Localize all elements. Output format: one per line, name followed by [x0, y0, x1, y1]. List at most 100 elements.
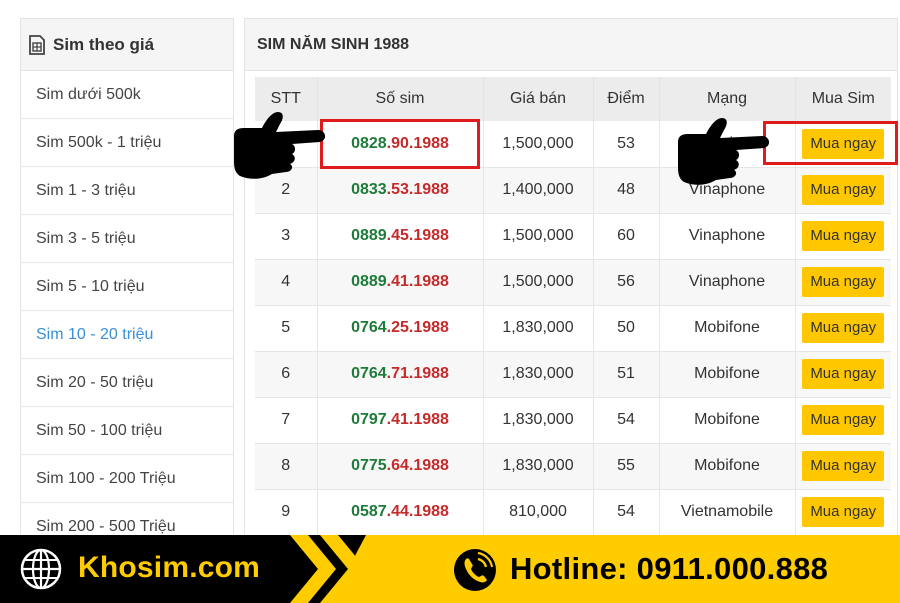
sidebar-item-3[interactable]: Sim 3 - 5 triệu — [21, 215, 233, 263]
sidebar-item-0[interactable]: Sim dưới 500k — [21, 71, 233, 119]
cell-stt: 7 — [255, 397, 317, 444]
number-suffix: .71.1988 — [386, 365, 449, 382]
column-header-price: Giá bán — [482, 77, 593, 121]
sim-list-panel: SIM NĂM SINH 1988 STT Số sim Giá bán Điể… — [244, 18, 898, 536]
cell-number[interactable]: 0889.41.1988 — [316, 259, 483, 306]
cell-number[interactable]: 0889.45.1988 — [316, 213, 483, 260]
sidebar-item-2[interactable]: Sim 1 - 3 triệu — [21, 167, 233, 215]
cell-number[interactable]: 0764.25.1988 — [316, 305, 483, 352]
pointing-hand-icon — [678, 118, 770, 185]
pointing-hand-icon — [234, 112, 326, 179]
cell-number[interactable]: 0833.53.1988 — [316, 167, 483, 214]
buy-now-button[interactable]: Mua ngay — [802, 313, 885, 343]
number-prefix: 0889 — [351, 273, 387, 290]
sidebar-item-7[interactable]: Sim 50 - 100 triệu — [21, 407, 233, 455]
cell-number[interactable]: 0775.64.1988 — [316, 443, 483, 490]
cell-score: 48 — [592, 167, 659, 214]
cell-buy: Mua ngay — [794, 443, 891, 490]
cell-score: 55 — [592, 443, 659, 490]
cell-stt: 9 — [255, 489, 317, 535]
cell-network: Mobifone — [658, 397, 795, 444]
cell-network: Mobifone — [658, 351, 795, 398]
buy-now-button[interactable]: Mua ngay — [802, 405, 885, 435]
cell-stt: 3 — [255, 213, 317, 260]
cell-score: 54 — [592, 397, 659, 444]
sidebar-item-8[interactable]: Sim 100 - 200 Triệu — [21, 455, 233, 503]
number-prefix: 0587 — [351, 503, 387, 520]
number-suffix: .41.1988 — [386, 411, 449, 428]
sidebar-item-6[interactable]: Sim 20 - 50 triệu — [21, 359, 233, 407]
cell-stt: 5 — [255, 305, 317, 352]
column-header-number: Số sim — [316, 77, 483, 121]
cell-price: 1,500,000 — [482, 121, 593, 168]
bottom-banner: Khosim.com Hotline: 0911.000.888 — [0, 535, 900, 603]
highlight-box-buy — [763, 121, 898, 165]
cell-buy: Mua ngay — [794, 259, 891, 306]
cell-price: 810,000 — [482, 489, 593, 535]
cell-score: 54 — [592, 489, 659, 535]
number-suffix: .64.1988 — [386, 457, 449, 474]
table-row: 4 0889.41.1988 1,500,000 56 Vinaphone Mua nga… — [255, 259, 891, 306]
cell-buy: Mua ngay — [794, 213, 891, 260]
cell-number[interactable]: 0587.44.1988 — [316, 489, 483, 535]
cell-network: Mobifone — [658, 443, 795, 490]
cell-score: 51 — [592, 351, 659, 398]
number-prefix: 0797 — [351, 411, 387, 428]
number-suffix: .44.1988 — [386, 503, 449, 520]
cell-score: 56 — [592, 259, 659, 306]
cell-number[interactable]: 0797.41.1988 — [316, 397, 483, 444]
number-suffix: .25.1988 — [386, 319, 449, 336]
table-row: 3 0889.45.1988 1,500,000 60 Vinaphone Mua nga… — [255, 213, 891, 260]
cell-buy: Mua ngay — [794, 351, 891, 398]
table-row: 2 0833.53.1988 1,400,000 48 Vinaphone Mua nga… — [255, 167, 891, 214]
number-suffix: .41.1988 — [386, 273, 449, 290]
brand-name: Khosim.com — [78, 551, 261, 584]
cell-number[interactable]: 0764.71.1988 — [316, 351, 483, 398]
cell-price: 1,830,000 — [482, 351, 593, 398]
table-row: 5 0764.25.1988 1,830,000 50 Mobifone Mua ngay — [255, 305, 891, 352]
sidebar-price-filter: Sim theo giá Sim dưới 500k Sim 500k - 1 t… — [20, 18, 234, 536]
cell-score: 60 — [592, 213, 659, 260]
cell-buy: Mua ngay — [794, 167, 891, 214]
cell-score: 53 — [592, 121, 659, 168]
number-suffix: .53.1988 — [386, 181, 449, 198]
sidebar-item-5[interactable]: Sim 10 - 20 triệu — [21, 311, 233, 359]
cell-buy: Mua ngay — [794, 489, 891, 535]
highlight-box-number — [320, 119, 480, 169]
column-header-network: Mạng — [658, 77, 795, 121]
hotline-text: Hotline: 0911.000.888 — [510, 551, 829, 586]
cell-price: 1,830,000 — [482, 443, 593, 490]
cell-buy: Mua ngay — [794, 397, 891, 444]
column-header-buy: Mua Sim — [794, 77, 891, 121]
number-prefix: 0833 — [351, 181, 387, 198]
buy-now-button[interactable]: Mua ngay — [802, 267, 885, 297]
cell-network: Vietnamobile — [658, 489, 795, 535]
panel-header: SIM NĂM SINH 1988 — [245, 19, 897, 71]
cell-score: 50 — [592, 305, 659, 352]
cell-stt: 8 — [255, 443, 317, 490]
cell-price: 1,400,000 — [482, 167, 593, 214]
cell-network: Vinaphone — [658, 213, 795, 260]
table-row: 6 0764.71.1988 1,830,000 51 Mobifone Mua ngay — [255, 351, 891, 398]
number-prefix: 0764 — [351, 365, 387, 382]
cell-buy: Mua ngay — [794, 305, 891, 352]
cell-price: 1,500,000 — [482, 259, 593, 306]
buy-now-button[interactable]: Mua ngay — [802, 497, 885, 527]
number-prefix: 0889 — [351, 227, 387, 244]
number-prefix: 0775 — [351, 457, 387, 474]
sidebar-item-1[interactable]: Sim 500k - 1 triệu — [21, 119, 233, 167]
panel-title: SIM NĂM SINH 1988 — [257, 35, 410, 53]
sim-card-icon — [29, 34, 45, 55]
buy-now-button[interactable]: Mua ngay — [802, 221, 885, 251]
sidebar-header: Sim theo giá — [21, 19, 233, 71]
table-row: 7 0797.41.1988 1,830,000 54 Mobifone Mua ngay — [255, 397, 891, 444]
buy-now-button[interactable]: Mua ngay — [802, 175, 885, 205]
sidebar-item-4[interactable]: Sim 5 - 10 triệu — [21, 263, 233, 311]
sidebar-item-9[interactable]: Sim 200 - 500 Triệu — [21, 503, 233, 535]
cell-network: Vinaphone — [658, 259, 795, 306]
cell-price: 1,830,000 — [482, 305, 593, 352]
cell-stt: 4 — [255, 259, 317, 306]
buy-now-button[interactable]: Mua ngay — [802, 359, 885, 389]
buy-now-button[interactable]: Mua ngay — [802, 451, 885, 481]
table-header-row: STT Số sim Giá bán Điểm Mạng Mua Sim — [255, 77, 891, 121]
